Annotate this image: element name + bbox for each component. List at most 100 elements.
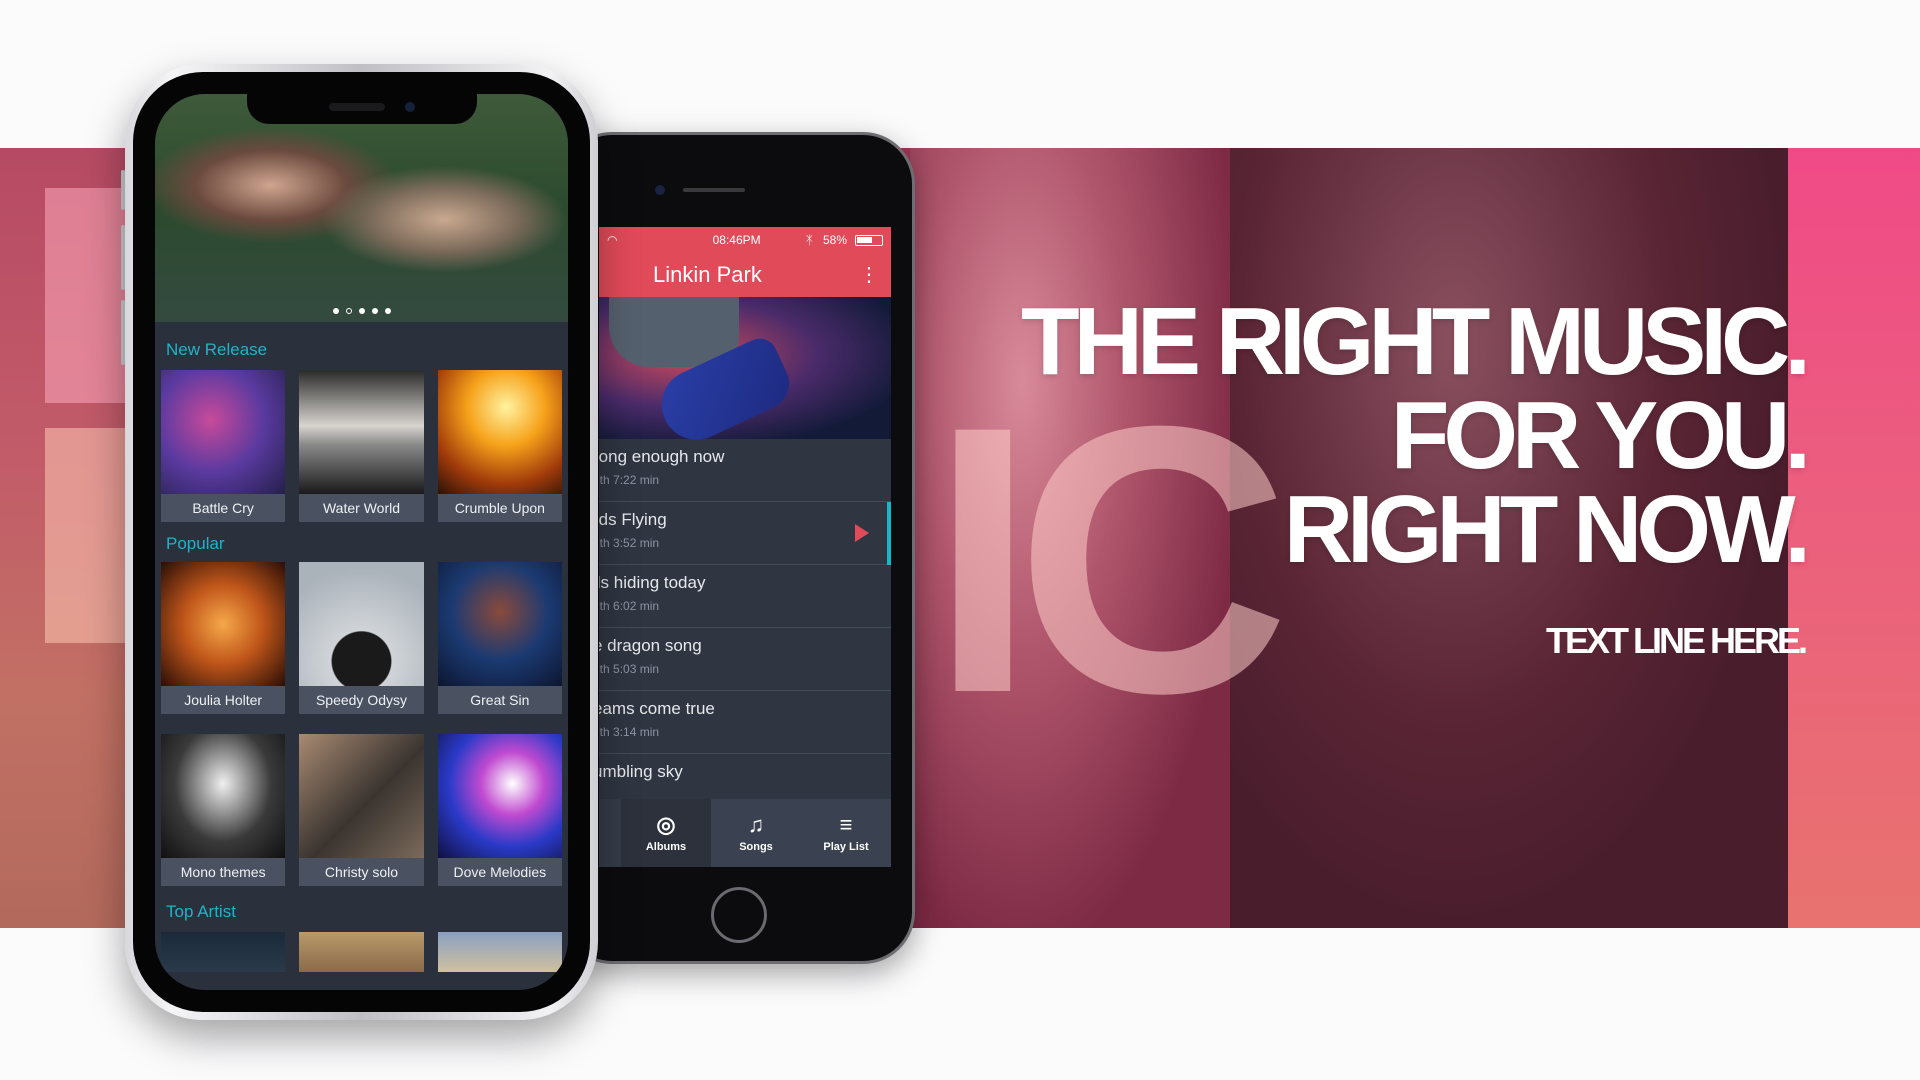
- album-art: [161, 734, 286, 858]
- album-art: [161, 562, 286, 686]
- album-art: [299, 370, 424, 494]
- front-camera-icon: [655, 185, 665, 195]
- battery-icon: [855, 234, 883, 246]
- section-title-new-release: New Release: [166, 340, 268, 359]
- banner-left-photo: [0, 148, 140, 928]
- song-name: umbling sky: [599, 762, 683, 781]
- earpiece-speaker: [328, 103, 385, 111]
- front-camera-icon: [404, 102, 415, 112]
- ghost-letter-top: [45, 188, 125, 403]
- bottom-tab-bar: ◎ Albums ♫ Songs ≡ Play List: [599, 799, 891, 867]
- earpiece-speaker: [683, 188, 745, 192]
- banner-right-strip: [1788, 148, 1920, 928]
- tab-songs[interactable]: ♫ Songs: [711, 799, 801, 867]
- album-card[interactable]: Water World: [299, 370, 424, 522]
- ghost-letter-bottom: [45, 428, 125, 643]
- back-phone-screen: ◠ 08:46PM ᛡ 58% Linkin Park ⋮ rong enoug…: [599, 227, 891, 867]
- album-art: [437, 562, 562, 686]
- album-label: Great Sin: [437, 686, 562, 714]
- tab-label: Play List: [823, 841, 869, 853]
- carousel-dot[interactable]: [384, 308, 391, 314]
- song-row[interactable]: e dragon song gth 5:03 min: [599, 628, 891, 691]
- hero-carousel[interactable]: [155, 94, 568, 322]
- headline-line-3: RIGHT NOW.: [1283, 476, 1811, 583]
- album-card[interactable]: Joulia Holter: [161, 562, 286, 714]
- album-card[interactable]: Battle Cry: [161, 370, 286, 522]
- front-phone: New Release Battle Cry Water World Crumb…: [125, 64, 598, 1020]
- music-note-icon: ♫: [747, 812, 765, 837]
- carousel-dot[interactable]: [371, 308, 378, 314]
- album-art: [437, 734, 562, 858]
- more-vertical-icon[interactable]: ⋮: [859, 265, 879, 285]
- active-indicator: [887, 502, 891, 565]
- back-phone: ◠ 08:46PM ᛡ 58% Linkin Park ⋮ rong enoug…: [560, 132, 915, 964]
- artist-card[interactable]: [437, 932, 562, 972]
- album-label: Joulia Holter: [161, 686, 286, 714]
- album-label: Dove Melodies: [437, 858, 562, 886]
- album-art: [299, 734, 424, 858]
- song-length: gth 3:52 min: [599, 536, 660, 550]
- front-phone-screen: New Release Battle Cry Water World Crumb…: [155, 94, 568, 990]
- popular-grid: Joulia Holter Speedy Odysy Great Sin: [155, 562, 568, 714]
- song-name: rong enough now: [599, 447, 725, 466]
- song-length: gth 6:02 min: [599, 599, 660, 613]
- carousel-dots: [332, 308, 391, 314]
- bluetooth-icon: ᛡ: [805, 233, 813, 247]
- album-card[interactable]: Christy solo: [299, 734, 424, 886]
- top-artist-grid: [155, 932, 568, 972]
- section-title-top-artist: Top Artist: [166, 902, 236, 921]
- album-art: [437, 370, 562, 494]
- carousel-dot[interactable]: [358, 308, 365, 314]
- album-art: [161, 370, 286, 494]
- popular-grid-row-2: Mono themes Christy solo Dove Melodies: [155, 734, 568, 886]
- headline-line-2: FOR YOU.: [1390, 382, 1811, 489]
- play-icon[interactable]: [855, 524, 869, 542]
- artist-hero-image: [599, 297, 891, 452]
- album-card[interactable]: Speedy Odysy: [299, 562, 424, 714]
- song-name: lls hiding today: [599, 573, 706, 592]
- song-name: rds Flying: [599, 510, 667, 529]
- artist-title: Linkin Park: [653, 262, 762, 287]
- status-time: 08:46PM: [712, 233, 761, 247]
- song-row[interactable]: eams come true gth 3:14 min: [599, 691, 891, 754]
- song-length: gth 3:14 min: [599, 725, 660, 739]
- album-card[interactable]: Crumble Upon: [437, 370, 562, 522]
- song-length: gth 5:03 min: [599, 662, 660, 676]
- album-label: Speedy Odysy: [299, 686, 424, 714]
- album-card[interactable]: Dove Melodies: [437, 734, 562, 886]
- tab-playlist[interactable]: ≡ Play List: [801, 799, 891, 867]
- tab-label: Albums: [645, 841, 687, 853]
- status-bar: ◠ 08:46PM ᛡ 58%: [599, 227, 891, 253]
- artist-art: [299, 932, 424, 972]
- album-label: Christy solo: [299, 858, 424, 886]
- home-button[interactable]: [711, 887, 767, 943]
- song-length: gth 7:22 min: [599, 473, 660, 487]
- promo-stage: IC THE RIGHT MUSIC. FOR YOU. RIGHT NOW. …: [0, 0, 1920, 1080]
- artist-card[interactable]: [161, 932, 286, 972]
- front-phone-bezel: New Release Battle Cry Water World Crumb…: [133, 72, 590, 1012]
- carousel-dot[interactable]: [345, 308, 352, 314]
- song-name: eams come true: [599, 699, 715, 718]
- section-title-popular: Popular: [166, 534, 225, 553]
- album-art: [299, 562, 424, 686]
- artist-art: [161, 932, 286, 972]
- app-bar: Linkin Park ⋮: [599, 253, 891, 297]
- album-card[interactable]: Great Sin: [437, 562, 562, 714]
- playlist-icon: ≡: [839, 812, 853, 837]
- new-release-grid: Battle Cry Water World Crumble Upon: [155, 370, 568, 522]
- album-card[interactable]: Mono themes: [161, 734, 286, 886]
- tab-label: Songs: [739, 841, 773, 853]
- artist-card[interactable]: [299, 932, 424, 972]
- song-row[interactable]: lls hiding today gth 6:02 min: [599, 565, 891, 628]
- album-label: Water World: [299, 494, 424, 522]
- album-label: Battle Cry: [161, 494, 286, 522]
- tab-albums[interactable]: ◎ Albums: [621, 799, 711, 867]
- tagline: TEXT LINE HERE.: [1545, 620, 1808, 661]
- song-row[interactable]: rong enough now gth 7:22 min: [599, 439, 891, 502]
- carousel-dot-active[interactable]: [332, 308, 339, 314]
- notch: [246, 94, 477, 124]
- album-icon: ◎: [656, 812, 676, 837]
- song-row-playing[interactable]: rds Flying gth 3:52 min: [599, 502, 891, 565]
- song-list: rong enough now gth 7:22 min rds Flying …: [599, 439, 891, 817]
- headline-line-1: THE RIGHT MUSIC.: [1021, 288, 1811, 395]
